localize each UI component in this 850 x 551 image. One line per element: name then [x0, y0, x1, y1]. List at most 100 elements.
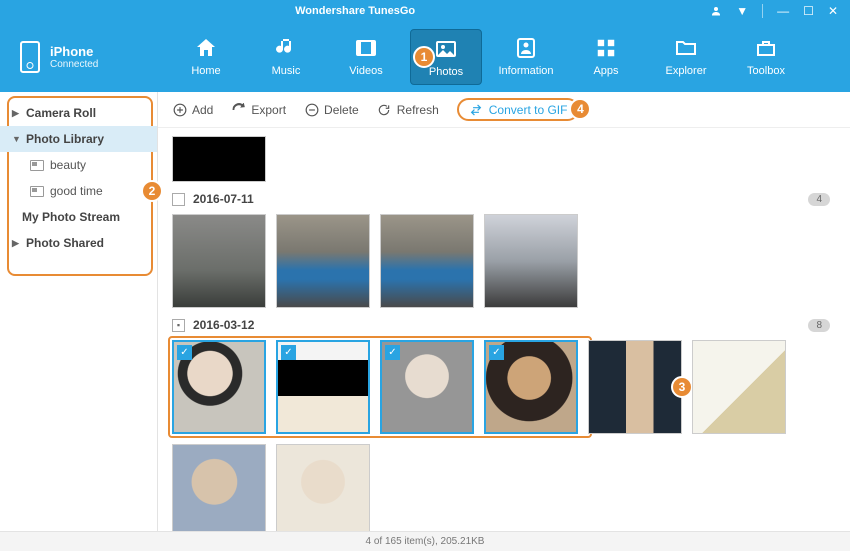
- videos-icon: [353, 35, 379, 61]
- caret-icon: ▶: [12, 238, 20, 249]
- user-menu-chevron-icon[interactable]: ▼: [736, 4, 748, 18]
- sidebar-photo-library-label: Photo Library: [26, 132, 104, 146]
- convert-label: Convert to GIF: [489, 103, 568, 117]
- thumbnail[interactable]: [484, 214, 578, 308]
- close-button[interactable]: ✕: [828, 4, 838, 18]
- device-info: iPhone Connected: [50, 44, 98, 70]
- main-body: ▶ Camera Roll ▼ Photo Library beauty goo…: [0, 92, 850, 531]
- nav-home-label: Home: [191, 65, 220, 77]
- title-bar: Wondershare TunesGo ▼ — ☐ ✕: [0, 0, 850, 22]
- sidebar-beauty[interactable]: beauty: [0, 152, 157, 178]
- apps-icon: [593, 35, 619, 61]
- phone-icon: [20, 41, 40, 73]
- callout-4: 4: [569, 98, 591, 120]
- group-checkbox[interactable]: [172, 193, 185, 206]
- check-icon: ✓: [177, 345, 192, 360]
- nav-explorer[interactable]: Explorer: [650, 29, 722, 85]
- thumbnail-selected[interactable]: ✓: [172, 340, 266, 434]
- thumbnail-selected[interactable]: ✓: [380, 340, 474, 434]
- status-bar: 4 of 165 item(s), 205.21KB: [0, 531, 850, 551]
- nav-information-label: Information: [498, 65, 553, 77]
- thumbnail[interactable]: 3: [588, 340, 682, 434]
- header: iPhone Connected Home Music Videos Photo…: [0, 22, 850, 92]
- thumb-row-g2-wrap: ✓ ✓ ✓ ✓ 3: [172, 340, 836, 434]
- maximize-button[interactable]: ☐: [803, 4, 814, 18]
- add-button[interactable]: Add: [172, 102, 213, 117]
- device-status: Connected: [50, 59, 98, 70]
- thumb-row-top: [172, 136, 836, 182]
- photo-grid-scroll[interactable]: 2016-07-11 4 ▪ 2016-03-12 8 ✓ ✓ ✓: [158, 128, 850, 531]
- nav-toolbox[interactable]: Toolbox: [730, 29, 802, 85]
- toolbar: Add Export Delete Refresh Convert to GIF…: [158, 92, 850, 128]
- group-date-2: 2016-03-12: [193, 318, 254, 332]
- sidebar-photo-library[interactable]: ▼ Photo Library: [0, 126, 157, 152]
- folder-icon: [30, 160, 44, 171]
- thumb-row-g2b: [172, 444, 836, 531]
- nav-apps[interactable]: Apps: [570, 29, 642, 85]
- thumbnail[interactable]: [172, 136, 266, 182]
- refresh-button[interactable]: Refresh: [377, 102, 439, 117]
- minimize-button[interactable]: —: [777, 4, 789, 18]
- nav-music[interactable]: Music: [250, 29, 322, 85]
- add-label: Add: [192, 103, 213, 117]
- callout-1: 1: [413, 46, 435, 68]
- thumbnail[interactable]: [380, 214, 474, 308]
- home-icon: [193, 35, 219, 61]
- device-panel[interactable]: iPhone Connected: [10, 35, 160, 79]
- sidebar-beauty-label: beauty: [50, 158, 86, 172]
- nav-photos[interactable]: Photos 1: [410, 29, 482, 85]
- thumbnail-selected[interactable]: ✓: [276, 340, 370, 434]
- nav-videos-label: Videos: [349, 65, 382, 77]
- window-controls: ▼ — ☐ ✕: [710, 4, 850, 18]
- check-icon: ✓: [281, 345, 296, 360]
- group-count-1: 4: [808, 193, 830, 206]
- group-checkbox-partial[interactable]: ▪: [172, 319, 185, 332]
- nav-explorer-label: Explorer: [666, 65, 707, 77]
- nav-music-label: Music: [272, 65, 301, 77]
- export-icon: [231, 102, 246, 117]
- nav-toolbox-label: Toolbox: [747, 65, 785, 77]
- convert-to-gif-button[interactable]: Convert to GIF 4: [457, 98, 580, 121]
- caret-down-icon: ▼: [12, 134, 20, 144]
- check-icon: ✓: [385, 345, 400, 360]
- sidebar-photo-shared[interactable]: ▶ Photo Shared: [0, 230, 157, 256]
- plus-icon: [172, 102, 187, 117]
- check-icon: ✓: [489, 345, 504, 360]
- refresh-icon: [377, 102, 392, 117]
- toolbox-icon: [753, 35, 779, 61]
- photos-icon: [433, 36, 459, 62]
- thumb-row-g1: [172, 214, 836, 308]
- user-icon[interactable]: [710, 5, 722, 17]
- nav-apps-label: Apps: [593, 65, 618, 77]
- explorer-icon: [673, 35, 699, 61]
- app-title: Wondershare TunesGo: [0, 5, 710, 17]
- main-nav: Home Music Videos Photos 1 Information A…: [160, 29, 840, 85]
- thumbnail[interactable]: [276, 444, 370, 531]
- nav-videos[interactable]: Videos: [330, 29, 402, 85]
- thumbnail[interactable]: [172, 214, 266, 308]
- nav-information[interactable]: Information: [490, 29, 562, 85]
- divider: [762, 4, 763, 18]
- device-name: iPhone: [50, 44, 98, 59]
- sidebar-my-photo-stream[interactable]: My Photo Stream: [0, 204, 157, 230]
- thumbnail[interactable]: [692, 340, 786, 434]
- group-date-1: 2016-07-11: [193, 192, 254, 206]
- sidebar-photo-shared-label: Photo Shared: [26, 236, 104, 250]
- callout-2: 2: [141, 180, 163, 202]
- delete-button[interactable]: Delete: [304, 102, 359, 117]
- thumbnail-selected[interactable]: ✓: [484, 340, 578, 434]
- thumb-row-g2a: ✓ ✓ ✓ ✓ 3: [172, 340, 836, 434]
- thumbnail[interactable]: [276, 214, 370, 308]
- thumbnail[interactable]: [172, 444, 266, 531]
- sidebar-camera-roll[interactable]: ▶ Camera Roll: [0, 100, 157, 126]
- sidebar-good-time[interactable]: good time 2: [0, 178, 157, 204]
- delete-label: Delete: [324, 103, 359, 117]
- export-button[interactable]: Export: [231, 102, 286, 117]
- information-icon: [513, 35, 539, 61]
- refresh-label: Refresh: [397, 103, 439, 117]
- sidebar-my-photo-stream-label: My Photo Stream: [22, 210, 120, 224]
- callout-3: 3: [671, 376, 693, 398]
- export-label: Export: [251, 103, 286, 117]
- music-icon: [273, 35, 299, 61]
- nav-home[interactable]: Home: [170, 29, 242, 85]
